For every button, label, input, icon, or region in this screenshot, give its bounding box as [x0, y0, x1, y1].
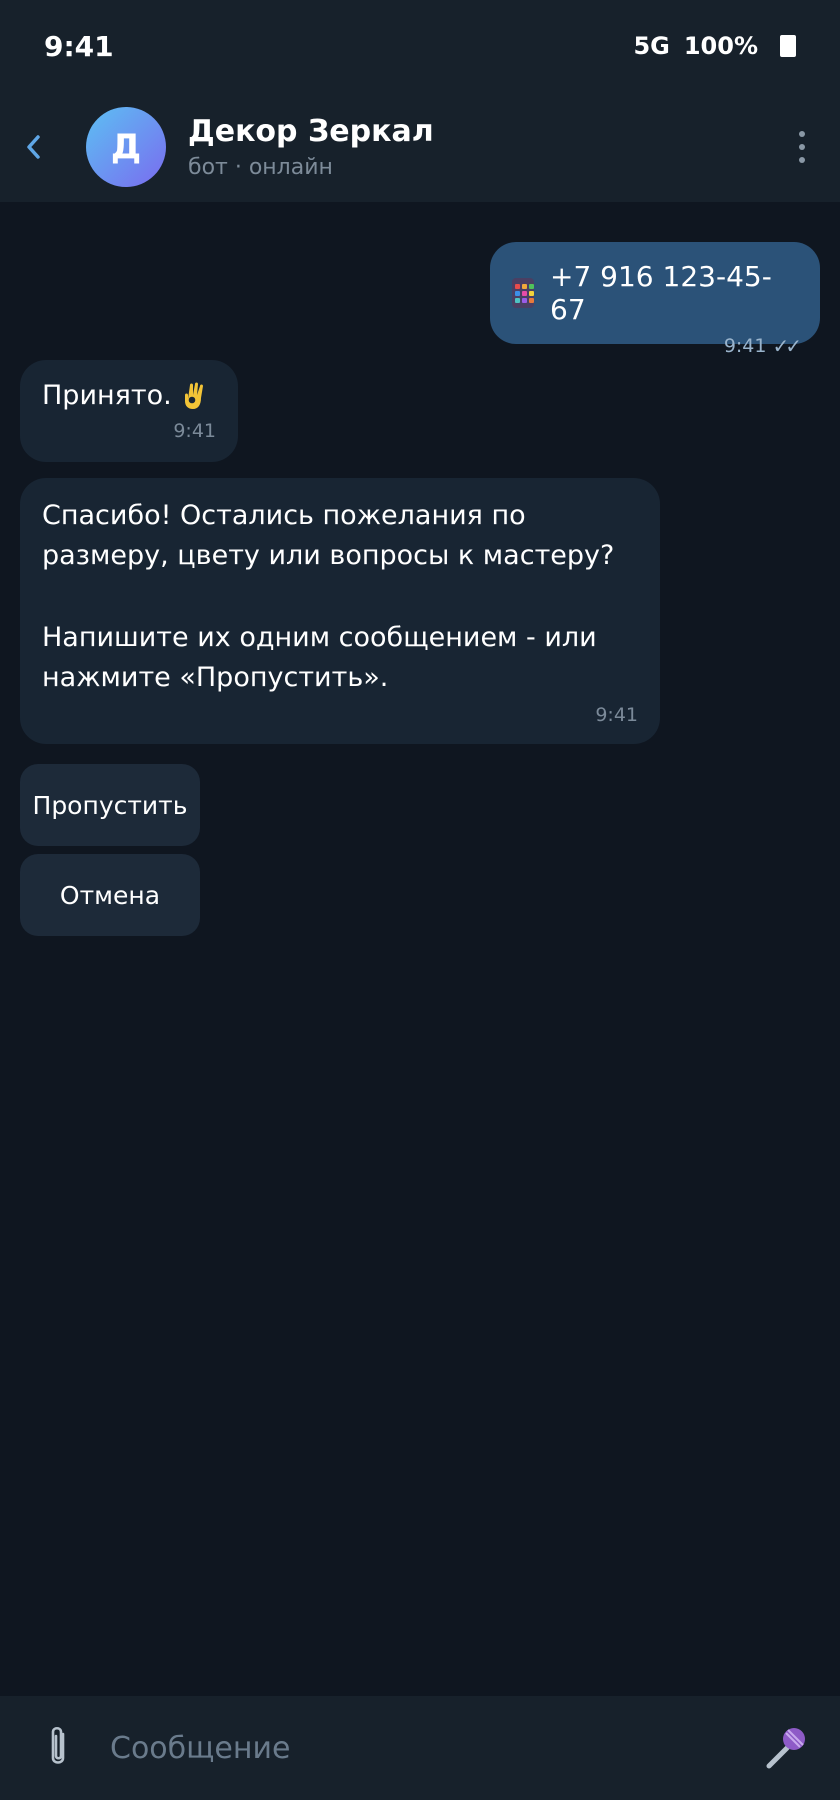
message-time: 9:41 — [173, 420, 216, 442]
battery-icon — [780, 35, 796, 57]
vertical-dots-icon — [799, 131, 805, 137]
microphone-icon — [766, 1728, 805, 1769]
incoming-message[interactable]: Принято. 9:41 — [20, 360, 238, 462]
message-text: +7 916 123-45-67 — [550, 260, 772, 326]
ok-hand-icon — [184, 382, 203, 409]
chat-title: Декор Зеркал — [188, 114, 434, 149]
mobile-phone-icon — [512, 278, 534, 308]
avatar[interactable]: Д — [86, 107, 166, 187]
message-composer — [0, 1696, 840, 1800]
message-time: 9:41 — [595, 704, 638, 726]
battery-percent: 100% — [683, 32, 758, 60]
network-indicator: 5G — [633, 32, 670, 60]
cancel-button[interactable]: Отмена — [20, 854, 200, 936]
incoming-message[interactable]: Спасибо! Остались пожелания по размеру, … — [20, 478, 660, 744]
message-paragraph: Спасибо! Остались пожелания по размеру, … — [42, 500, 615, 571]
outgoing-message[interactable]: +7 916 123-45-67 9:41 ✓✓ — [490, 242, 820, 358]
double-check-icon: ✓✓ — [772, 334, 801, 358]
chat-area[interactable]: +7 916 123-45-67 9:41 ✓✓ Принято. 9:41 С… — [0, 202, 840, 1696]
message-input[interactable] — [108, 1729, 760, 1767]
message-text: Принято. — [42, 380, 172, 411]
chevron-left-icon — [27, 135, 40, 159]
back-button[interactable] — [0, 92, 66, 202]
message-time: 9:41 — [723, 335, 767, 357]
status-indicators: 5G 100% — [633, 32, 796, 60]
chat-header: Д Декор Зеркал бот · онлайн — [0, 92, 840, 202]
voice-button[interactable] — [760, 1723, 810, 1773]
message-paragraph: Напишите их одним сообщением - или нажми… — [42, 622, 597, 693]
skip-button[interactable]: Пропустить — [20, 764, 200, 846]
attach-button[interactable] — [40, 1723, 76, 1773]
chat-subtitle: бот · онлайн — [188, 155, 333, 180]
status-bar: 9:41 5G 100% — [0, 0, 840, 92]
status-time: 9:41 — [44, 29, 114, 63]
more-menu-button[interactable] — [782, 117, 822, 177]
paperclip-icon — [51, 1726, 65, 1764]
chat-title-block[interactable]: Декор Зеркал бот · онлайн — [188, 114, 434, 180]
